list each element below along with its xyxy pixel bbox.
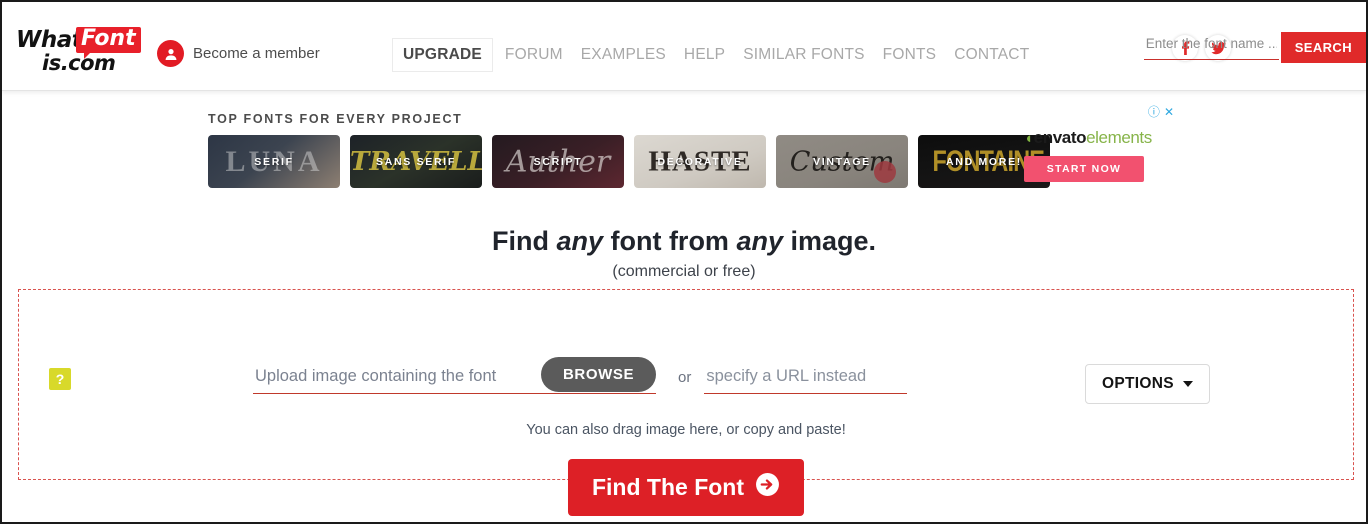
leaf-icon: ◖ — [1024, 129, 1033, 147]
site-header: What Font is.com Become a member UPGRADE… — [2, 2, 1366, 91]
main-nav: UPGRADE FORUM EXAMPLES HELP SIMILAR FONT… — [392, 38, 1038, 72]
font-category-cards: LUNA SERIF TRAVELLER SANS SERIF Auther S… — [208, 135, 1050, 188]
search-input[interactable] — [1143, 32, 1279, 60]
ad-start-now-button[interactable]: START NOW — [1024, 156, 1144, 182]
upload-placeholder-label: Upload image containing the font — [255, 367, 497, 385]
nav-item-help[interactable]: HELP — [675, 46, 734, 64]
image-dropzone[interactable]: ? Upload image containing the font BROWS… — [18, 289, 1354, 516]
search-button[interactable]: SEARCH — [1280, 32, 1366, 63]
become-a-member-label: Become a member — [193, 45, 320, 62]
font-category-sans-serif[interactable]: TRAVELLER SANS SERIF — [350, 135, 482, 188]
title-part-1: Find — [491, 226, 557, 256]
info-circle-icon[interactable]: ⓘ — [1148, 106, 1160, 118]
font-category-decorative[interactable]: HASTE DECORATIVE — [634, 135, 766, 188]
font-search-form: SEARCH — [1143, 32, 1366, 63]
ad-brand-second: elements — [1086, 128, 1152, 147]
options-dropdown-button[interactable]: OPTIONS — [1085, 364, 1210, 404]
become-a-member-link[interactable]: Become a member — [157, 40, 320, 67]
font-category-label: AND MORE! — [946, 155, 1022, 168]
page-root: What Font is.com Become a member UPGRADE… — [0, 0, 1368, 524]
upload-file-field[interactable]: Upload image containing the font BROWSE — [253, 357, 657, 394]
ad-brand-first: envato — [1033, 128, 1087, 147]
font-category-script[interactable]: Auther SCRIPT — [492, 135, 624, 188]
help-badge[interactable]: ? — [49, 368, 71, 390]
logo-text-iscom: is.com — [42, 51, 116, 75]
logo-bubble: Font — [76, 26, 141, 59]
user-circle-icon — [157, 40, 184, 67]
url-input[interactable] — [704, 360, 908, 394]
page-title: Find any font from any image. — [2, 226, 1366, 257]
advertisement: ⓘ ✕ ◖ envato elements START NOW — [1024, 106, 1174, 182]
browse-button[interactable]: BROWSE — [541, 357, 657, 392]
find-the-font-button[interactable]: Find The Font — [567, 459, 805, 516]
nav-item-similar-fonts[interactable]: SIMILAR FONTS — [734, 46, 873, 64]
ad-controls: ⓘ ✕ — [1148, 106, 1174, 118]
title-part-3: image. — [782, 226, 877, 256]
hero-section: Find any font from any image. (commercia… — [2, 226, 1366, 281]
dropzone-hint: You can also drag image here, or copy an… — [526, 422, 846, 438]
close-icon[interactable]: ✕ — [1164, 106, 1174, 118]
top-fonts-title: TOP FONTS FOR EVERY PROJECT — [208, 112, 463, 126]
nav-item-contact[interactable]: CONTACT — [945, 46, 1038, 64]
font-category-label: DECORATIVE — [657, 155, 743, 168]
upload-row: Upload image containing the font BROWSE … — [253, 357, 908, 394]
nav-item-examples[interactable]: EXAMPLES — [572, 46, 675, 64]
page-subtitle: (commercial or free) — [612, 263, 756, 280]
font-category-label: VINTAGE — [813, 155, 871, 168]
font-category-serif[interactable]: LUNA SERIF — [208, 135, 340, 188]
nav-item-fonts[interactable]: FONTS — [874, 46, 946, 64]
font-category-vintage[interactable]: Custom VINTAGE — [776, 135, 908, 188]
arrow-right-circle-icon — [755, 472, 780, 503]
find-the-font-label: Find The Font — [591, 474, 745, 500]
font-category-label: SERIF — [254, 155, 294, 168]
nav-item-forum[interactable]: FORUM — [496, 46, 572, 64]
title-emphasis-1: any — [556, 226, 603, 256]
logo-text-what: What — [16, 27, 83, 53]
font-category-label: SCRIPT — [533, 155, 583, 168]
top-fonts-section: TOP FONTS FOR EVERY PROJECT LUNA SERIF T… — [208, 112, 1050, 188]
ad-brand-logo[interactable]: ◖ envato elements — [1024, 128, 1174, 148]
site-logo[interactable]: What Font is.com — [16, 27, 141, 75]
logo-text-font: Font — [81, 26, 136, 51]
or-separator-label: or — [678, 368, 692, 386]
options-label: OPTIONS — [1102, 375, 1174, 392]
title-emphasis-2: any — [736, 226, 783, 256]
title-part-2: font from — [602, 226, 737, 256]
font-category-label: SANS SERIF — [375, 155, 456, 168]
nav-item-upgrade[interactable]: UPGRADE — [392, 38, 493, 72]
chevron-down-icon — [1182, 381, 1193, 387]
